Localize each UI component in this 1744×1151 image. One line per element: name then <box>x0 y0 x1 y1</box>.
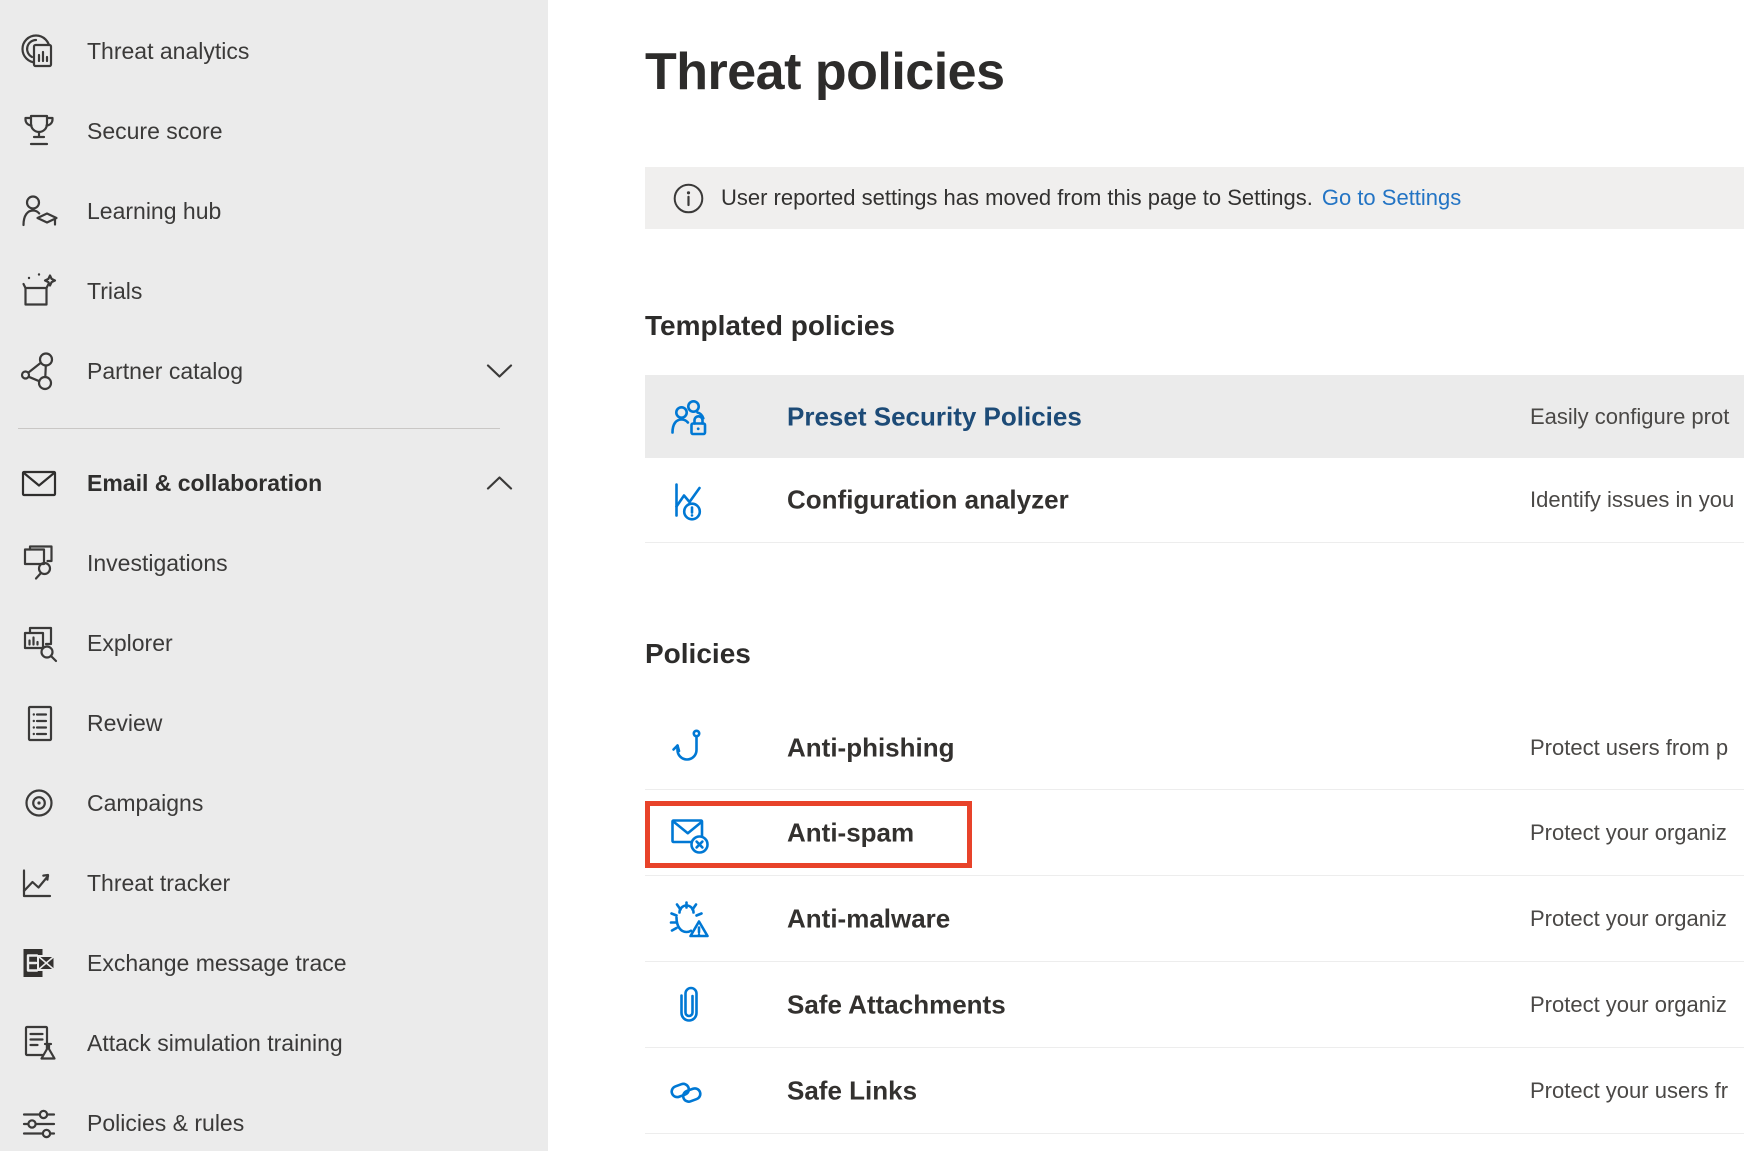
sidebar-item-label: Partner catalog <box>87 358 243 385</box>
policy-description: Protect users from p <box>1530 735 1728 761</box>
page-title: Threat policies <box>645 40 1005 104</box>
policies-rules-icon <box>17 1101 61 1145</box>
sidebar-item-attack-simulation-training[interactable]: Attack simulation training <box>0 1003 548 1083</box>
partner-catalog-icon <box>17 349 61 393</box>
chevron-up-icon[interactable] <box>486 475 513 491</box>
policy-name[interactable]: Anti-malware <box>787 903 950 934</box>
learning-hub-icon <box>17 189 61 233</box>
sidebar-item-label: Email & collaboration <box>87 470 322 497</box>
policy-description: Protect your users fr <box>1530 1078 1728 1104</box>
sidebar-item-secure-score[interactable]: Secure score <box>0 91 548 171</box>
sidebar-item-label: Trials <box>87 278 142 305</box>
row-configuration-analyzer[interactable]: Configuration analyzer Identify issues i… <box>645 458 1744 543</box>
policy-name[interactable]: Safe Links <box>787 1075 917 1106</box>
attack-simulation-icon <box>17 1021 61 1065</box>
sidebar-item-email-collaboration[interactable]: Email & collaboration <box>0 443 548 523</box>
sidebar-item-learning-hub[interactable]: Learning hub <box>0 171 548 251</box>
policy-name[interactable]: Configuration analyzer <box>787 485 1069 516</box>
secure-score-icon <box>17 109 61 153</box>
row-preset-security-policies[interactable]: Preset Security Policies Easily configur… <box>645 375 1744 458</box>
anti-malware-icon <box>668 898 710 940</box>
sidebar-item-campaigns[interactable]: Campaigns <box>0 763 548 843</box>
sidebar-item-label: Threat tracker <box>87 870 230 897</box>
review-icon <box>17 701 61 745</box>
sidebar-item-investigations[interactable]: Investigations <box>0 523 548 603</box>
templated-policies-heading: Templated policies <box>645 309 895 343</box>
exchange-icon <box>17 941 61 985</box>
sidebar-item-threat-analytics[interactable]: Threat analytics <box>0 11 548 91</box>
row-anti-spam[interactable]: Anti-spam Protect your organiz <box>645 790 1744 876</box>
investigations-icon <box>17 541 61 585</box>
sidebar-item-label: Review <box>87 710 162 737</box>
sidebar-item-label: Exchange message trace <box>87 950 347 977</box>
anti-spam-icon <box>668 812 710 854</box>
sidebar-item-label: Investigations <box>87 550 228 577</box>
sidebar-section-divider <box>18 428 500 429</box>
row-anti-malware[interactable]: Anti-malware Protect your organiz <box>645 876 1744 962</box>
policy-description: Easily configure prot <box>1530 404 1729 430</box>
banner-message: User reported settings has moved from th… <box>721 185 1313 211</box>
threat-analytics-icon <box>17 29 61 73</box>
safe-attachments-icon <box>668 984 710 1026</box>
info-icon <box>673 183 704 214</box>
sidebar-item-label: Policies & rules <box>87 1110 244 1137</box>
chevron-down-icon[interactable] <box>486 363 513 379</box>
campaigns-icon <box>17 781 61 825</box>
sidebar-item-label: Threat analytics <box>87 38 249 65</box>
anti-phishing-icon <box>668 727 710 769</box>
sidebar-item-label: Secure score <box>87 118 223 145</box>
configuration-analyzer-icon <box>668 479 710 521</box>
sidebar-item-label: Attack simulation training <box>87 1030 343 1057</box>
sidebar-item-policies-rules[interactable]: Policies & rules <box>0 1083 548 1151</box>
sidebar-item-label: Campaigns <box>87 790 203 817</box>
explorer-icon <box>17 621 61 665</box>
policy-description: Protect your organiz <box>1530 992 1727 1018</box>
policy-name-link[interactable]: Preset Security Policies <box>787 401 1082 432</box>
trials-icon <box>17 269 61 313</box>
info-banner: User reported settings has moved from th… <box>645 167 1744 229</box>
go-to-settings-link[interactable]: Go to Settings <box>1322 185 1461 211</box>
sidebar-item-threat-tracker[interactable]: Threat tracker <box>0 843 548 923</box>
sidebar-item-trials[interactable]: Trials <box>0 251 548 331</box>
sidebar-item-exchange-message-trace[interactable]: Exchange message trace <box>0 923 548 1003</box>
safe-links-icon <box>668 1070 710 1112</box>
sidebar-item-review[interactable]: Review <box>0 683 548 763</box>
policy-name[interactable]: Safe Attachments <box>787 989 1006 1020</box>
policy-description: Protect your organiz <box>1530 906 1727 932</box>
row-anti-phishing[interactable]: Anti-phishing Protect users from p <box>645 706 1744 790</box>
sidebar-item-label: Learning hub <box>87 198 221 225</box>
sidebar-item-label: Explorer <box>87 630 173 657</box>
email-icon <box>17 461 61 505</box>
policy-description: Identify issues in you <box>1530 487 1734 513</box>
sidebar-item-partner-catalog[interactable]: Partner catalog <box>0 331 548 411</box>
row-safe-attachments[interactable]: Safe Attachments Protect your organiz <box>645 962 1744 1048</box>
main-content: Threat policies User reported settings h… <box>548 0 1744 1151</box>
left-navigation-sidebar: Threat analytics Secure score Learning h… <box>0 0 548 1151</box>
threat-tracker-icon <box>17 861 61 905</box>
preset-security-icon <box>668 396 710 438</box>
sidebar-item-explorer[interactable]: Explorer <box>0 603 548 683</box>
row-safe-links[interactable]: Safe Links Protect your users fr <box>645 1048 1744 1134</box>
policy-description: Protect your organiz <box>1530 820 1727 846</box>
policies-table: Anti-phishing Protect users from p Anti-… <box>645 706 1744 1134</box>
policy-name[interactable]: Anti-phishing <box>787 732 955 763</box>
templated-policies-table: Preset Security Policies Easily configur… <box>645 375 1744 543</box>
policy-name[interactable]: Anti-spam <box>787 817 914 848</box>
policies-heading: Policies <box>645 637 751 671</box>
